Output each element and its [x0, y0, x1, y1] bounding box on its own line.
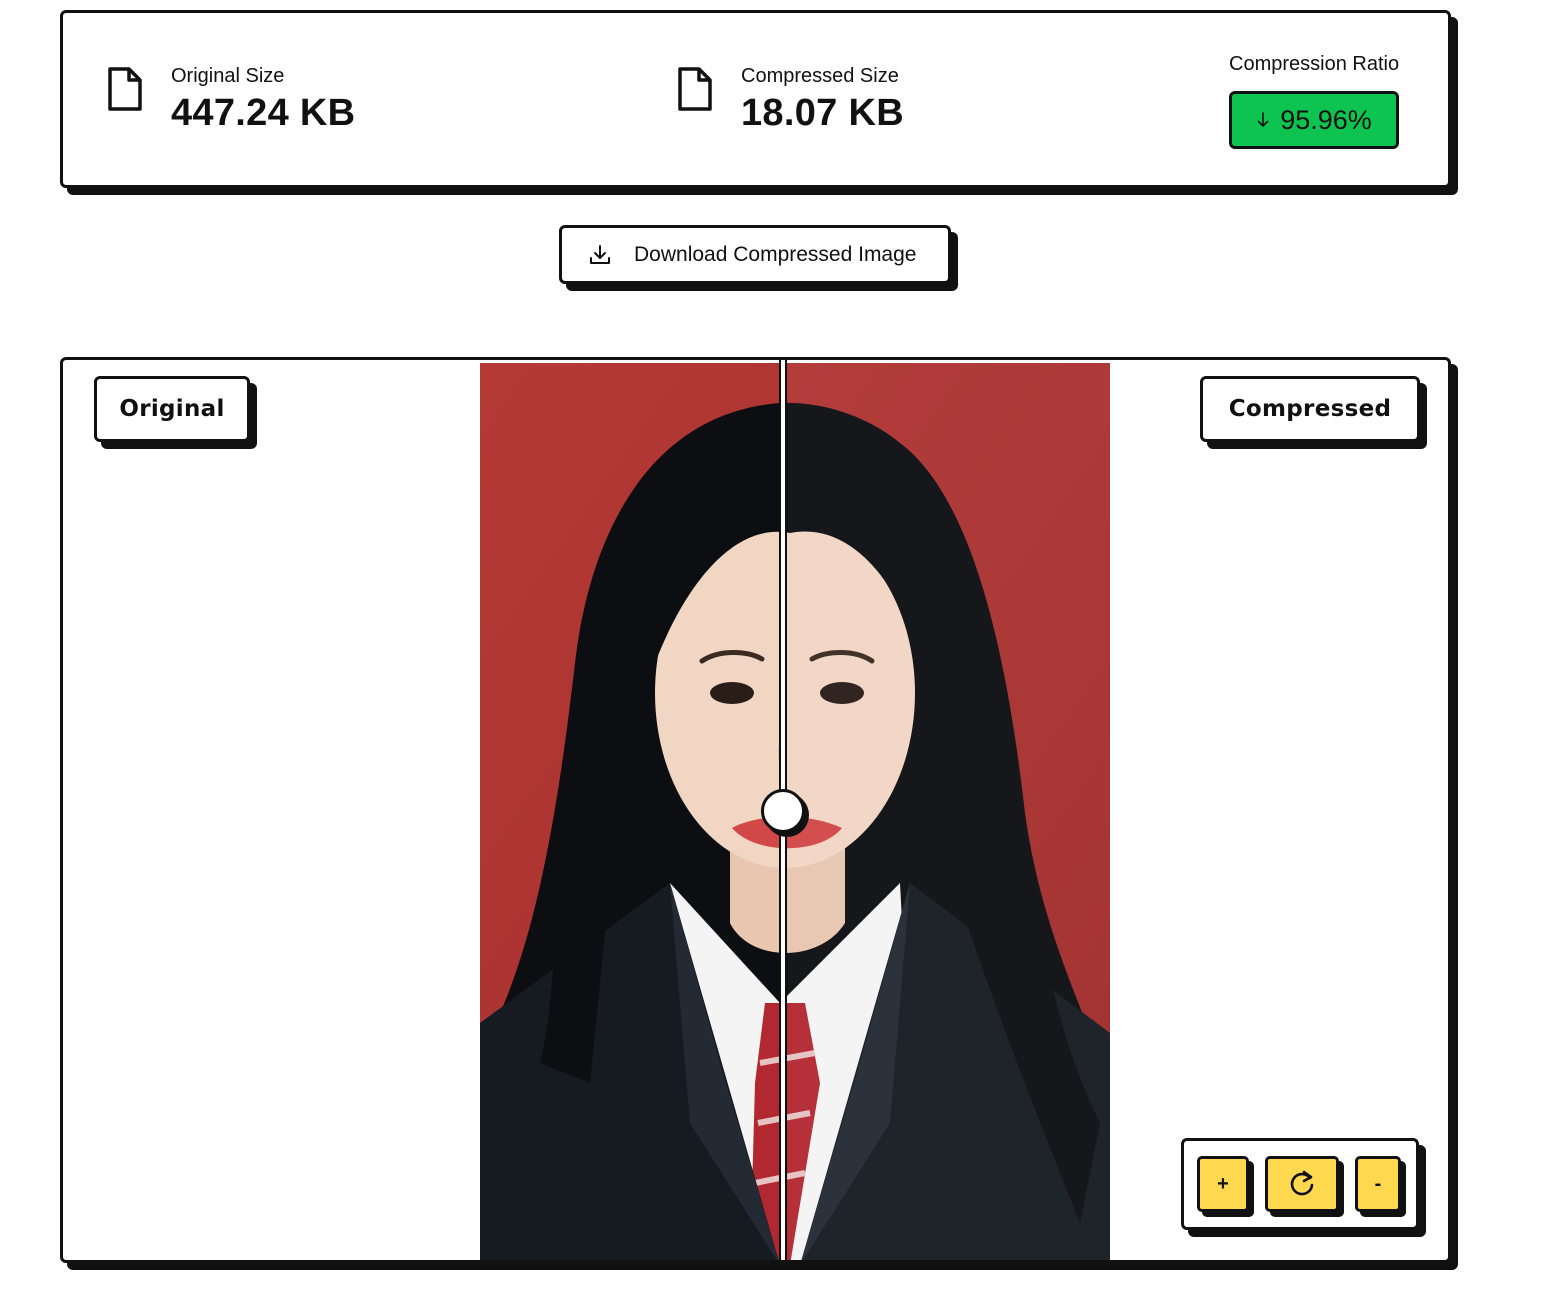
original-size-label: Original Size [171, 65, 285, 87]
compression-ratio-badge: 95.96% [1229, 91, 1399, 149]
zoom-controls: + - [1181, 1138, 1419, 1230]
download-button-label: Download Compressed Image [634, 242, 917, 266]
download-icon [590, 244, 610, 264]
original-size-value: 447.24 KB [171, 92, 356, 134]
compression-ratio-value: 95.96% [1280, 104, 1372, 135]
compressed-size-value: 18.07 KB [741, 92, 904, 134]
arrow-down-icon [1257, 112, 1269, 127]
compression-ratio-label: Compression Ratio [1229, 53, 1400, 75]
slider-handle[interactable] [761, 789, 805, 833]
comparison-viewer[interactable]: Original Compressed + - [60, 357, 1451, 1263]
download-compressed-button[interactable]: Download Compressed Image [559, 225, 951, 284]
compressed-tag: Compressed [1200, 376, 1420, 442]
file-icon [108, 67, 142, 111]
stats-card: Original Size 447.24 KB Compressed Size … [60, 10, 1451, 188]
rotate-cw-icon [1290, 1170, 1314, 1196]
zoom-in-button[interactable]: + [1197, 1156, 1249, 1212]
reset-zoom-button[interactable] [1265, 1156, 1339, 1212]
original-tag: Original [94, 376, 250, 442]
file-icon [678, 67, 712, 111]
compressed-size-label: Compressed Size [741, 65, 899, 87]
zoom-out-button[interactable]: - [1355, 1156, 1401, 1212]
